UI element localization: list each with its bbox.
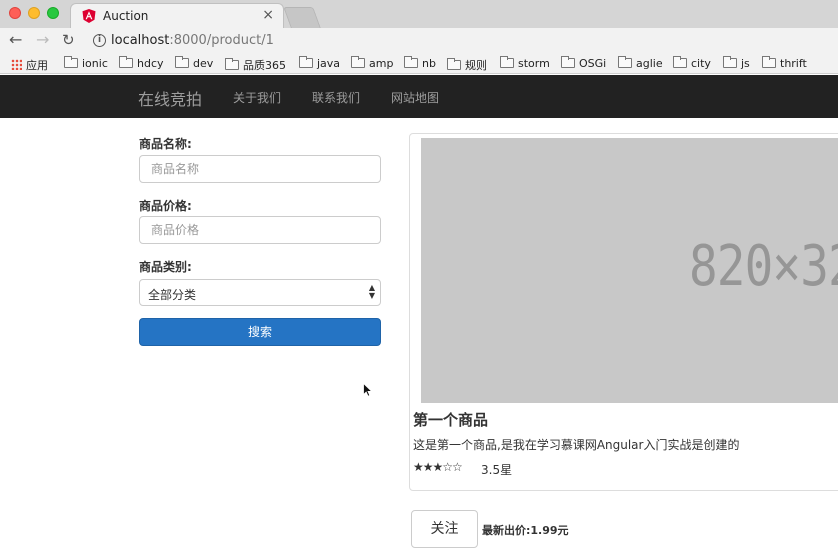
bookmark-apps[interactable]: 应用: [11, 57, 48, 73]
reload-icon[interactable]: ↻: [62, 31, 75, 49]
select-caret-icon: ▲ ▼: [368, 283, 375, 300]
bookmark-pinzhi365[interactable]: 品质365: [225, 57, 286, 73]
bookmark-label: ionic: [82, 57, 108, 70]
bookmark-nb[interactable]: nb: [404, 56, 436, 70]
product-image: 820×320: [421, 138, 838, 403]
nav-link-sitemap[interactable]: 网站地图: [391, 89, 439, 106]
product-description: 这是第一个商品,是我在学习慕课网Angular入门实战是创建的: [413, 438, 740, 452]
folder-icon: [175, 56, 189, 68]
bookmark-label: OSGi: [579, 57, 607, 70]
bookmark-label: nb: [422, 57, 436, 70]
bookmark-aglie[interactable]: aglie: [618, 56, 663, 70]
info-icon[interactable]: i: [93, 34, 106, 47]
folder-icon: [723, 56, 737, 68]
bookmark-label: storm: [518, 57, 550, 70]
product-price-input[interactable]: [139, 216, 381, 244]
url-path: :8000/product/1: [169, 33, 274, 48]
bookmark-osgi[interactable]: OSGi: [561, 56, 607, 70]
bookmark-label: hdcy: [137, 57, 164, 70]
bookmark-label: java: [317, 57, 341, 70]
latest-bid-label: 最新出价:1.99元: [482, 524, 569, 537]
bookmark-label: amp: [369, 57, 394, 70]
bookmark-js[interactable]: js: [723, 56, 750, 70]
bookmark-label: 品质365: [243, 59, 286, 72]
follow-button[interactable]: 关注: [411, 510, 478, 548]
product-category-label: 商品类别:: [139, 260, 192, 274]
tab-title: Auction: [103, 9, 149, 23]
bookmark-label: aglie: [636, 57, 663, 70]
folder-icon: [618, 56, 632, 68]
bookmark-label: dev: [193, 57, 214, 70]
bookmark-dev[interactable]: dev: [175, 56, 214, 70]
folder-icon: [351, 56, 365, 68]
folder-icon: [225, 58, 239, 70]
apps-grid-icon: [11, 59, 22, 70]
product-category-select[interactable]: 全部分类 ▲ ▼: [139, 279, 381, 306]
folder-icon: [762, 56, 776, 68]
bookmark-java[interactable]: java: [299, 56, 341, 70]
angular-icon: [82, 9, 96, 23]
bookmark-label: js: [741, 57, 750, 70]
bookmark-label: city: [691, 57, 711, 70]
folder-icon: [673, 56, 687, 68]
search-button[interactable]: 搜索: [139, 318, 381, 346]
product-name-label: 商品名称:: [139, 137, 192, 151]
product-name-input[interactable]: [139, 155, 381, 183]
folder-icon: [447, 58, 461, 70]
forward-arrow-icon[interactable]: →: [36, 31, 49, 49]
browser-toolbar: ← → ↻ i localhost:8000/product/1: [0, 28, 838, 54]
image-placeholder-text: 820×320: [689, 234, 838, 299]
bookmark-label: 应用: [26, 59, 48, 72]
bookmark-city[interactable]: city: [673, 56, 711, 70]
bookmark-ionic[interactable]: ionic: [64, 56, 108, 70]
mouse-cursor-icon: [363, 383, 373, 397]
maximize-window-icon[interactable]: [47, 7, 59, 19]
nav-link-contact[interactable]: 联系我们: [312, 89, 360, 106]
product-price-label: 商品价格:: [139, 199, 192, 213]
bookmark-label: thrift: [780, 57, 807, 70]
folder-icon: [119, 56, 133, 68]
nav-link-about[interactable]: 关于我们: [233, 89, 281, 106]
folder-icon: [299, 56, 313, 68]
star-rating-icon: ★★★☆☆: [413, 460, 463, 474]
back-arrow-icon[interactable]: ←: [9, 31, 22, 49]
folder-icon: [500, 56, 514, 68]
category-selected-value: 全部分类: [148, 288, 197, 302]
bookmark-label: 规则: [465, 59, 487, 72]
browser-tab-bar: Auction ×: [0, 0, 838, 28]
new-tab-button[interactable]: [283, 7, 321, 28]
url-host: localhost: [111, 33, 170, 48]
folder-icon: [404, 56, 418, 68]
bookmarks-bar: 应用 ionic hdcy dev 品质365 java amp nb 规则 s…: [0, 54, 838, 74]
bookmark-guize[interactable]: 规则: [447, 57, 487, 73]
folder-icon: [64, 56, 78, 68]
folder-icon: [561, 56, 575, 68]
browser-tab-auction[interactable]: Auction ×: [70, 3, 284, 28]
rating-text: 3.5星: [481, 463, 513, 477]
product-title: 第一个商品: [413, 411, 489, 429]
bookmark-hdcy[interactable]: hdcy: [119, 56, 164, 70]
site-brand[interactable]: 在线竞拍: [138, 86, 202, 110]
bookmark-thrift[interactable]: thrift: [762, 56, 807, 70]
close-window-icon[interactable]: [9, 7, 21, 19]
bookmark-amp[interactable]: amp: [351, 56, 394, 70]
address-bar[interactable]: localhost:8000/product/1: [111, 33, 274, 48]
site-navbar: 在线竞拍 关于我们 联系我们 网站地图: [0, 75, 838, 118]
minimize-window-icon[interactable]: [28, 7, 40, 19]
bookmark-storm[interactable]: storm: [500, 56, 550, 70]
tab-close-icon[interactable]: ×: [262, 7, 274, 23]
